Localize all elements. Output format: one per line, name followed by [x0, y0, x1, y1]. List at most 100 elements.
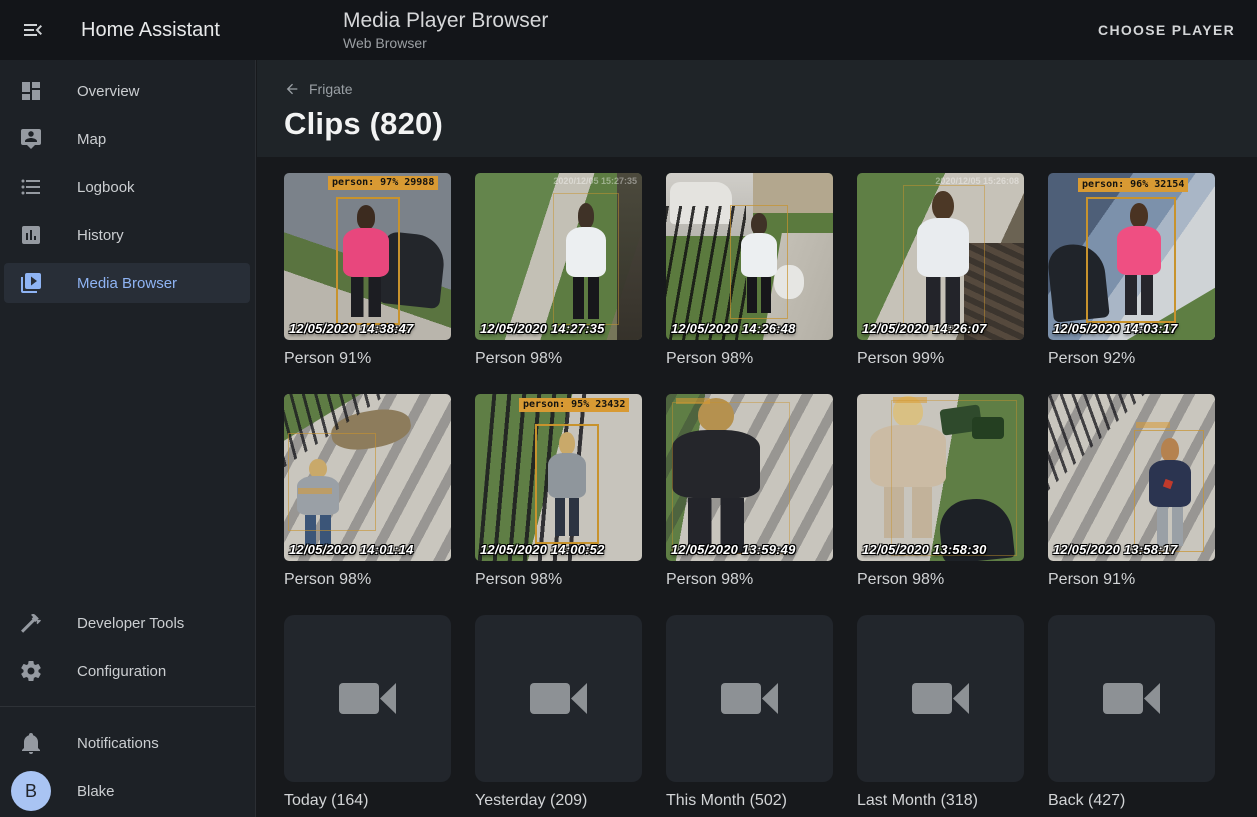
clip-item[interactable]: 12/05/2020 14:26:48 Person 98% — [666, 173, 833, 369]
folder-item-back[interactable]: Back (427) — [1048, 615, 1215, 811]
detection-box — [1086, 197, 1176, 323]
arrow-left-icon — [284, 81, 300, 97]
clip-item[interactable]: 12/05/2020 13:59:49 Person 98% — [666, 394, 833, 590]
format-list-bulleted-icon — [19, 175, 43, 199]
breadcrumb-label: Frigate — [309, 81, 353, 97]
clip-item[interactable]: person: 96% 32154 12/05/2020 14:03:17 Pe… — [1048, 173, 1215, 369]
folder-thumbnail — [284, 615, 451, 782]
detection-chip: person: 97% 29988 — [328, 176, 438, 190]
clip-thumbnail: 12/05/2020 14:01:14 — [284, 394, 451, 561]
bell-icon — [19, 731, 43, 755]
detection-box — [730, 205, 788, 319]
play-box-multiple-icon — [19, 271, 43, 295]
sidebar-item-label: Notifications — [77, 735, 159, 752]
sidebar-item-label: Map — [77, 131, 106, 148]
sidebar-item-label: Configuration — [77, 663, 166, 680]
detection-chip: person: 96% 32154 — [1078, 178, 1188, 192]
folder-thumbnail — [475, 615, 642, 782]
menu-open-icon[interactable] — [21, 18, 45, 42]
poll-box-icon — [19, 223, 43, 247]
camera-watermark: 2020/12/05 15:26:08 — [935, 176, 1019, 186]
detection-box — [336, 197, 400, 325]
breadcrumb-back[interactable]: Frigate — [284, 81, 353, 97]
folder-item-yesterday[interactable]: Yesterday (209) — [475, 615, 642, 811]
clip-thumbnail: 12/05/2020 13:59:49 — [666, 394, 833, 561]
media-player-header: Media Player Browser Web Browser — [343, 9, 548, 51]
clip-caption: Person 98% — [284, 570, 451, 590]
sidebar: Overview Map Logbook History — [0, 60, 256, 817]
clip-caption: Person 92% — [1048, 349, 1215, 369]
detection-box — [1134, 430, 1204, 552]
view-dashboard-icon — [19, 79, 43, 103]
sidebar-item-developer-tools[interactable]: Developer Tools — [0, 599, 255, 647]
clip-item[interactable]: 12/05/2020 14:01:14 Person 98% — [284, 394, 451, 590]
clip-item[interactable]: 2020/12/05 15:27:35 12/05/2020 14:27:35 … — [475, 173, 642, 369]
clip-thumbnail: 2020/12/05 15:27:35 12/05/2020 14:27:35 — [475, 173, 642, 340]
folder-label: This Month (502) — [666, 791, 833, 811]
clip-caption: Person 98% — [475, 570, 642, 590]
sidebar-item-logbook[interactable]: Logbook — [0, 163, 255, 211]
sidebar-item-label: Overview — [77, 83, 140, 100]
detection-chip — [893, 397, 927, 403]
clip-item[interactable]: person: 95% 23432 12/05/2020 14:00:52 Pe… — [475, 394, 642, 590]
video-icon — [530, 683, 587, 714]
app-bar: Home Assistant Media Player Browser Web … — [0, 0, 1257, 60]
clip-timestamp: 12/05/2020 14:38:47 — [289, 321, 414, 336]
sidebar-item-map[interactable]: Map — [0, 115, 255, 163]
detection-chip — [676, 398, 710, 404]
clip-timestamp: 12/05/2020 14:03:17 — [1053, 321, 1178, 336]
folder-item-last-month[interactable]: Last Month (318) — [857, 615, 1024, 811]
sidebar-item-history[interactable]: History — [0, 211, 255, 259]
clip-item[interactable]: 12/05/2020 13:58:30 Person 98% — [857, 394, 1024, 590]
detection-chip: person: 95% 23432 — [519, 398, 629, 412]
clip-caption: Person 91% — [1048, 570, 1215, 590]
video-icon — [912, 683, 969, 714]
clip-item[interactable]: 12/05/2020 13:58:17 Person 91% — [1048, 394, 1215, 590]
sidebar-item-notifications[interactable]: Notifications — [0, 719, 255, 767]
clip-timestamp: 12/05/2020 13:58:17 — [1053, 542, 1178, 557]
detection-box — [891, 400, 1017, 556]
sidebar-footer: Developer Tools Configuration Notificati… — [0, 599, 255, 817]
folder-label: Last Month (318) — [857, 791, 1024, 811]
clip-item[interactable]: 2020/12/05 15:26:08 12/05/2020 14:26:07 … — [857, 173, 1024, 369]
folder-thumbnail — [857, 615, 1024, 782]
content-header: Frigate Clips (820) — [257, 60, 1257, 157]
video-icon — [1103, 683, 1160, 714]
clip-timestamp: 12/05/2020 14:00:52 — [480, 542, 605, 557]
detection-box — [535, 424, 599, 544]
clip-timestamp: 12/05/2020 14:26:48 — [671, 321, 796, 336]
choose-player-button[interactable]: CHOOSE PLAYER — [1098, 0, 1235, 60]
sidebar-item-profile[interactable]: B Blake — [0, 767, 255, 815]
folder-thumbnail — [1048, 615, 1215, 782]
sidebar-item-overview[interactable]: Overview — [0, 67, 255, 115]
app-title: Home Assistant — [81, 19, 220, 42]
clip-thumbnail: 12/05/2020 13:58:17 — [1048, 394, 1215, 561]
page-title: Clips (820) — [284, 105, 1233, 142]
clip-thumbnail: 12/05/2020 14:26:48 — [666, 173, 833, 340]
clip-thumbnail: person: 97% 29988 12/05/2020 14:38:47 — [284, 173, 451, 340]
clip-timestamp: 12/05/2020 14:01:14 — [289, 542, 414, 557]
media-player-title: Media Player Browser — [343, 9, 548, 33]
clip-caption: Person 98% — [475, 349, 642, 369]
clip-caption: Person 91% — [284, 349, 451, 369]
media-player-subtitle: Web Browser — [343, 35, 548, 51]
folder-item-today[interactable]: Today (164) — [284, 615, 451, 811]
sidebar-item-media-browser[interactable]: Media Browser — [0, 259, 255, 307]
clip-caption: Person 98% — [666, 349, 833, 369]
avatar: B — [11, 771, 51, 811]
sidebar-item-label: Media Browser — [77, 275, 177, 292]
media-browser-content: Frigate Clips (820) person: 97% 29988 12… — [257, 60, 1257, 817]
camera-watermark: 2020/12/05 15:27:35 — [553, 176, 637, 186]
clip-thumbnail: 12/05/2020 13:58:30 — [857, 394, 1024, 561]
clip-item[interactable]: person: 97% 29988 12/05/2020 14:38:47 Pe… — [284, 173, 451, 369]
clip-caption: Person 99% — [857, 349, 1024, 369]
hammer-icon — [19, 611, 43, 635]
detection-box — [553, 193, 619, 325]
detection-box — [288, 433, 376, 531]
tooltip-account-icon — [19, 127, 43, 151]
clip-timestamp: 12/05/2020 13:59:49 — [671, 542, 796, 557]
sidebar-item-label: Developer Tools — [77, 615, 184, 632]
detection-chip — [1136, 422, 1170, 428]
sidebar-item-configuration[interactable]: Configuration — [0, 647, 255, 695]
folder-item-this-month[interactable]: This Month (502) — [666, 615, 833, 811]
